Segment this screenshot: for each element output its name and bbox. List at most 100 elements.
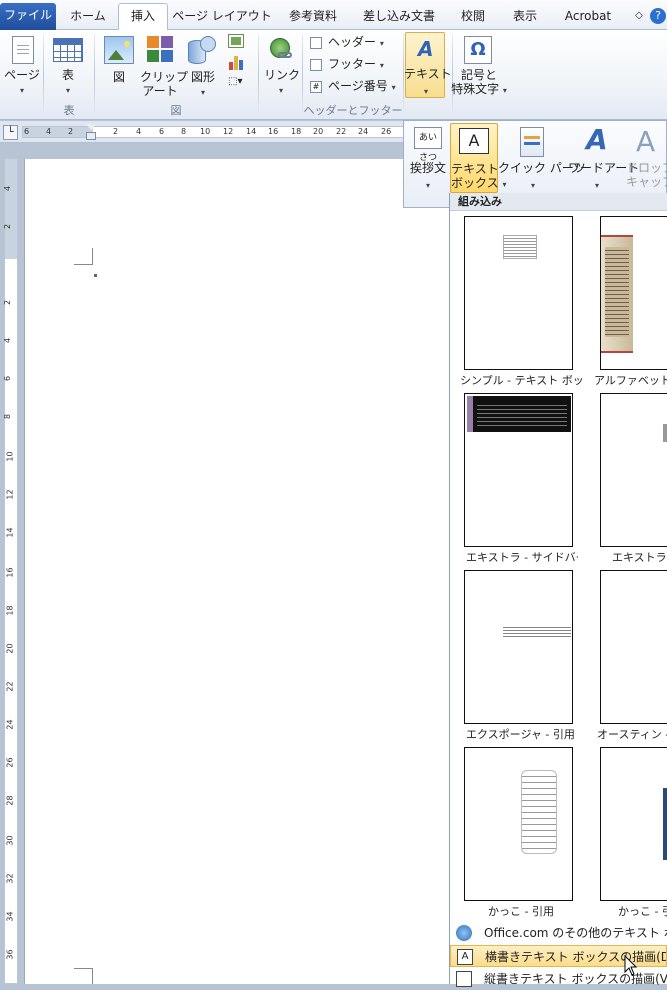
gallery-item-exposure-quote[interactable]: [464, 570, 573, 724]
gallery-caption: オースティン - 引: [597, 728, 667, 741]
ruler-number: 32: [5, 873, 15, 884]
gallery-item-bracket-quote-2[interactable]: [600, 747, 667, 901]
ruler-number: 22: [336, 127, 347, 136]
chart-icon[interactable]: [228, 54, 244, 70]
tab-insert[interactable]: 挿入: [118, 3, 168, 30]
greeting-label: 挨拶文: [409, 161, 446, 175]
ruler-number: 30: [5, 835, 15, 846]
omega-symbol-icon: Ω: [464, 36, 492, 64]
ruler-number: 4: [3, 337, 13, 344]
vertical-textbox-icon: [456, 971, 472, 987]
ruler-number: 26: [5, 757, 15, 768]
symbol-button[interactable]: 記号と 特殊文字 ▾: [448, 68, 510, 98]
quickparts-button[interactable]: クイック パーツ ▾: [498, 123, 586, 193]
gallery-caption: シンプル - テキスト ボッ…: [460, 374, 582, 387]
wordart-icon: A: [586, 123, 608, 156]
cursor-mark: [94, 274, 97, 277]
text-group-button[interactable]: A テキスト ▾: [404, 32, 452, 98]
illustrations-group-label: 図: [170, 104, 182, 117]
crop-mark: [74, 248, 93, 265]
ruler-number: 4: [46, 127, 52, 136]
header-footer-group-label: ヘッダーとフッター: [303, 104, 403, 117]
ruler-number: 4: [3, 185, 13, 192]
gallery-caption: エキストラ -: [612, 551, 667, 564]
quickparts-label: クイック パーツ: [498, 161, 586, 175]
gallery-item-simple[interactable]: [464, 216, 573, 370]
gallery-caption: アルファベット -: [594, 374, 667, 387]
tab-view[interactable]: 表示: [504, 4, 546, 30]
table-button[interactable]: 表 ▾: [52, 68, 84, 98]
page-number-button[interactable]: # ページ番号 ▾: [310, 79, 396, 95]
link-icon: [268, 36, 294, 64]
clipart-icon: [147, 36, 173, 62]
indent-marker-icon[interactable]: [86, 124, 96, 142]
tab-acrobat[interactable]: Acrobat: [558, 4, 618, 30]
tab-file[interactable]: ファイル: [0, 3, 56, 30]
page-button[interactable]: ページ ▾: [4, 68, 40, 98]
greeting-icon: あいさつ: [414, 127, 442, 163]
wordart-label: ワードアート: [568, 161, 640, 175]
ruler-number: 2: [113, 127, 119, 136]
ruler-number: 20: [313, 127, 324, 136]
ruler-number: 22: [5, 681, 15, 692]
wordart-button[interactable]: A ワードアート ▾: [568, 123, 640, 193]
header-button[interactable]: ヘッダー ▾: [310, 35, 384, 51]
gallery-item-extra[interactable]: [600, 393, 667, 547]
horizontal-textbox-icon: A: [457, 949, 473, 965]
ruler-number: 20: [5, 643, 15, 654]
help-icon[interactable]: ?: [650, 8, 666, 24]
ribbon: ページ ▾ 表 ▾ 表 図 クリップ アート 図形 ▾ ⬚▾ 図 リンク ▾ ヘ…: [0, 30, 667, 120]
screenshot-icon[interactable]: ⬚▾: [228, 76, 250, 90]
footer-button[interactable]: フッター ▾: [310, 57, 384, 73]
gallery-item-extra-sidebar[interactable]: [464, 393, 573, 547]
tab-mailings[interactable]: 差し込み文書: [352, 4, 446, 30]
ruler-number: 28: [5, 795, 15, 806]
document-page[interactable]: [24, 159, 450, 984]
ruler-number: 2: [3, 223, 13, 230]
ruler-number: 8: [3, 413, 13, 420]
tab-home[interactable]: ホーム: [60, 4, 116, 30]
text-button-label: テキスト: [404, 67, 452, 81]
quickparts-icon: [520, 127, 544, 157]
tab-references[interactable]: 参考資料: [280, 4, 346, 30]
ruler-number: 8: [181, 127, 187, 136]
greeting-button[interactable]: あいさつ 挨拶文 ▾: [406, 123, 450, 193]
tab-page-layout[interactable]: ページ レイアウト: [172, 4, 272, 30]
ruler-number: 24: [358, 127, 369, 136]
shapes-icon: [188, 36, 218, 64]
minimize-ribbon-icon[interactable]: ◇: [630, 4, 648, 30]
ruler-number: 10: [5, 451, 15, 462]
ruler-number: 12: [223, 127, 234, 136]
tab-review[interactable]: 校閲: [452, 4, 494, 30]
shapes-button[interactable]: 図形 ▾: [188, 70, 218, 100]
ruler-number: 24: [5, 719, 15, 730]
ruler-number: 2: [68, 127, 74, 136]
smartart-icon[interactable]: [228, 34, 244, 48]
link-button[interactable]: リンク ▾: [264, 68, 300, 98]
office-com-icon: [456, 925, 472, 941]
dropcap-button[interactable]: A ドロップキャップ: [626, 123, 667, 193]
ruler-number: 2: [3, 299, 13, 306]
ruler-number: 18: [5, 605, 15, 616]
more-textboxes-menu-item[interactable]: Office.com のその他のテキスト ボック: [450, 922, 667, 944]
gallery-caption: エクスポージャ - 引用: [466, 728, 575, 741]
clipart-button[interactable]: クリップ アート: [140, 70, 188, 98]
ruler-number: 6: [24, 127, 30, 136]
gallery-item-alphabet[interactable]: [600, 216, 667, 370]
ruler-number: 26: [381, 127, 392, 136]
gallery-item-bracket-quote[interactable]: [464, 747, 573, 901]
ruler-number: 12: [5, 489, 15, 500]
textbox-button[interactable]: A テキスト ボックス ▾: [450, 123, 506, 193]
gallery-header: 組み込み: [450, 193, 667, 211]
gallery-caption: エキストラ - サイドバー: [466, 551, 578, 564]
ruler-number: 4: [136, 127, 142, 136]
ruler-number: 6: [3, 375, 13, 382]
textbox-icon: A: [459, 128, 489, 154]
picture-icon: [104, 36, 134, 64]
tab-stop-selector[interactable]: └: [3, 125, 18, 140]
gallery-item-austin-quote[interactable]: [600, 570, 667, 724]
ruler-number: 16: [5, 567, 15, 578]
picture-button[interactable]: 図: [105, 70, 133, 84]
ruler-number: 6: [159, 127, 165, 136]
ruler-number: 18: [291, 127, 302, 136]
